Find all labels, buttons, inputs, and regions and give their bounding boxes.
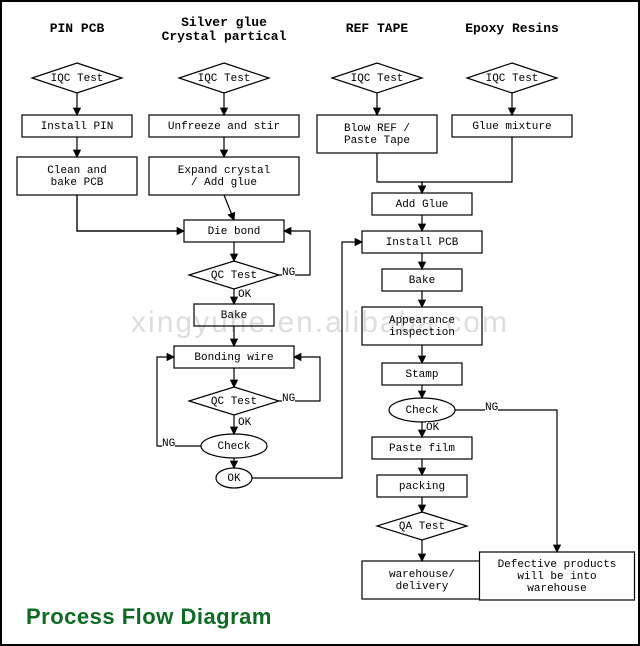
flow-edge — [224, 195, 234, 220]
node-label: IQC Test — [51, 73, 104, 85]
node-label: warehouse/ — [389, 569, 455, 581]
node-label: Paste Tape — [344, 135, 410, 147]
column-header: Epoxy Resins — [432, 22, 592, 36]
node-label: warehouse — [527, 583, 586, 595]
edge-label: NG — [162, 438, 175, 450]
node-label: Stamp — [405, 369, 438, 381]
node-label: Clean and — [47, 165, 106, 177]
node-label: / Add glue — [191, 177, 257, 189]
node-label: Defective products — [498, 559, 617, 571]
edge-label: OK — [238, 289, 251, 301]
node-label: QC Test — [211, 396, 257, 408]
node-label: IQC Test — [486, 73, 539, 85]
edge-label: NG — [485, 402, 498, 414]
flow-svg: IQC Test Install PIN Clean andbake PCB IQC … — [2, 2, 640, 646]
node-label: Bake — [221, 310, 247, 322]
flow-diagram: IQC Test Install PIN Clean andbake PCB IQC … — [0, 0, 640, 646]
diagram-title: Process Flow Diagram — [26, 604, 272, 630]
node-label: OK — [227, 473, 241, 485]
node-label: Check — [405, 405, 438, 417]
node-label: packing — [399, 481, 445, 493]
edge-label: NG — [282, 393, 295, 405]
node-label: QA Test — [399, 521, 445, 533]
column-header: PIN PCB — [0, 22, 157, 36]
node-label: Unfreeze and stir — [168, 121, 280, 133]
node-label: Bake — [409, 275, 435, 287]
node-label: bake PCB — [51, 177, 104, 189]
node-label: Appearance — [389, 315, 455, 327]
node-label: Glue mixture — [472, 121, 551, 133]
edge-label: OK — [426, 422, 439, 434]
node-label: Check — [217, 441, 250, 453]
flow-edge — [455, 410, 557, 552]
node-label: Expand crystal — [178, 165, 270, 177]
flow-edge — [77, 195, 184, 231]
node-label: Paste film — [389, 443, 455, 455]
node-label: Install PIN — [41, 121, 114, 133]
node-label: inspection — [389, 327, 455, 339]
node-label: QC Test — [211, 270, 257, 282]
edge-label: NG — [282, 267, 295, 279]
node-label: will be into — [517, 571, 596, 583]
node-label: Die bond — [208, 226, 261, 238]
flow-edge — [77, 195, 184, 231]
node-label: delivery — [396, 581, 449, 593]
node-label: Install PCB — [386, 237, 459, 249]
node-label: IQC Test — [351, 73, 404, 85]
node-label: Blow REF / — [344, 123, 410, 135]
node-label: Bonding wire — [194, 352, 273, 364]
node-label: Add Glue — [396, 199, 449, 211]
node-label: IQC Test — [198, 73, 251, 85]
flow-edge — [377, 153, 422, 193]
column-header: Silver glue Crystal partical — [144, 16, 304, 43]
edge-label: OK — [238, 417, 251, 429]
